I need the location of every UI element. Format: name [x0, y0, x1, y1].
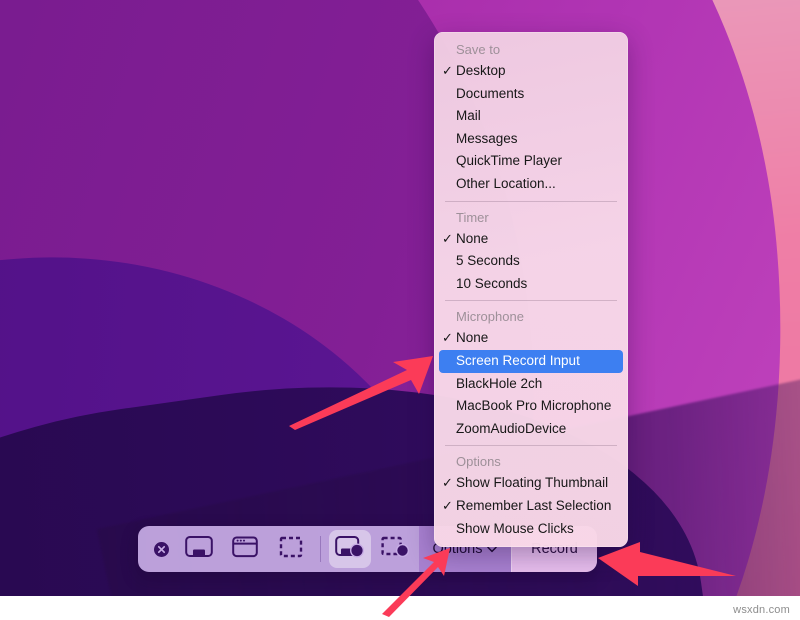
display-record-icon [335, 535, 365, 564]
menu-item-label: MacBook Pro Microphone [456, 398, 611, 413]
menu-item[interactable]: 10 Seconds [434, 273, 628, 296]
menu-item-label: 10 Seconds [456, 276, 527, 291]
menu-item-label: Documents [456, 86, 524, 101]
menu-item-label: Remember Last Selection [456, 498, 611, 513]
menu-item-label: Desktop [456, 63, 506, 78]
menu-item[interactable]: Mail [434, 105, 628, 128]
menu-section-header: Options [434, 450, 628, 472]
menu-item[interactable]: ✓None [434, 228, 628, 251]
menu-item[interactable]: Documents [434, 83, 628, 106]
menu-item[interactable]: ✓Show Floating Thumbnail [434, 472, 628, 495]
menu-separator [445, 300, 617, 301]
capture-entire-screen-button[interactable] [178, 530, 220, 568]
screenshot-root: Options Record Save to✓DesktopDocumentsM… [0, 0, 800, 620]
record-selected-portion-button[interactable] [375, 530, 417, 568]
menu-item[interactable]: 5 Seconds [434, 250, 628, 273]
menu-item[interactable]: ✓Remember Last Selection [434, 495, 628, 518]
menu-item[interactable]: Other Location... [434, 173, 628, 196]
close-icon[interactable] [146, 527, 176, 571]
checkmark-icon: ✓ [441, 327, 454, 350]
menu-section-header: Save to [434, 38, 628, 60]
menu-item[interactable]: Messages [434, 128, 628, 151]
toolbar-divider [320, 536, 321, 562]
menu-item[interactable]: Show Mouse Clicks [434, 518, 628, 541]
checkmark-icon: ✓ [441, 60, 454, 83]
menu-item-label: 5 Seconds [456, 253, 520, 268]
menu-section-header: Timer [434, 206, 628, 228]
menu-item-label: QuickTime Player [456, 153, 562, 168]
menu-item-label: BlackHole 2ch [456, 376, 542, 391]
window-icon [232, 535, 258, 564]
checkmark-icon: ✓ [441, 472, 454, 495]
menu-item-label: Other Location... [456, 176, 556, 191]
menu-item[interactable]: ✓None [434, 327, 628, 350]
options-popup-menu: Save to✓DesktopDocumentsMailMessagesQuic… [434, 32, 628, 547]
menu-item-label: Messages [456, 131, 518, 146]
record-entire-screen-button[interactable] [329, 530, 371, 568]
menu-item[interactable]: Screen Record Input [439, 350, 623, 373]
menu-item-label: ZoomAudioDevice [456, 421, 566, 436]
capture-selected-window-button[interactable] [224, 530, 266, 568]
capture-selected-portion-button[interactable] [270, 530, 312, 568]
checkmark-icon: ✓ [441, 228, 454, 251]
menu-item-label: Screen Record Input [456, 353, 580, 368]
menu-item[interactable]: QuickTime Player [434, 150, 628, 173]
menu-item-label: Show Floating Thumbnail [456, 475, 608, 490]
dashed-rect-icon [279, 535, 303, 564]
menu-item-label: None [456, 231, 488, 246]
watermark: wsxdn.com [733, 604, 790, 616]
menu-item-label: Show Mouse Clicks [456, 521, 574, 536]
display-icon [185, 535, 213, 564]
menu-item-label: None [456, 330, 488, 345]
menu-section-header: Microphone [434, 305, 628, 327]
desktop-wallpaper [0, 0, 800, 596]
menu-separator [445, 445, 617, 446]
menu-item[interactable]: ZoomAudioDevice [434, 418, 628, 441]
checkmark-icon: ✓ [441, 495, 454, 518]
menu-item-label: Mail [456, 108, 481, 123]
menu-separator [445, 201, 617, 202]
dashed-rect-record-icon [381, 535, 411, 564]
menu-item[interactable]: MacBook Pro Microphone [434, 395, 628, 418]
menu-item[interactable]: BlackHole 2ch [434, 373, 628, 396]
menu-item[interactable]: ✓Desktop [434, 60, 628, 83]
